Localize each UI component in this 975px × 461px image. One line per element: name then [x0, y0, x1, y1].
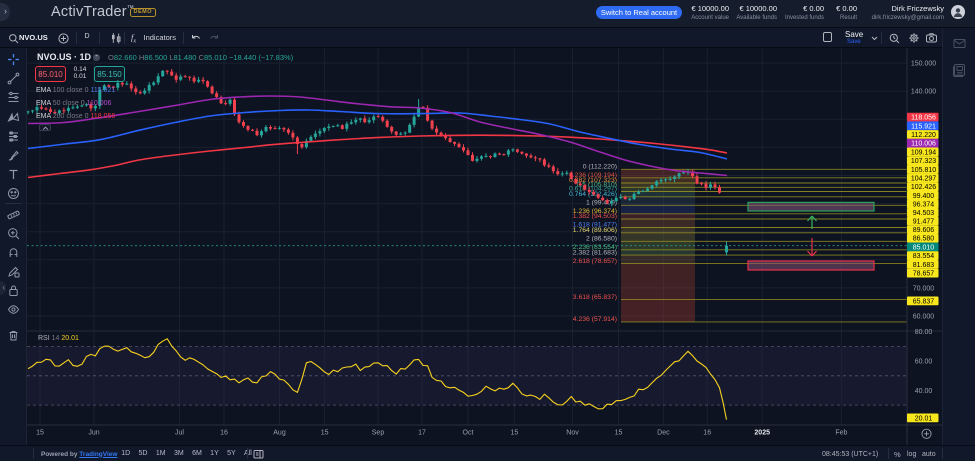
- svg-text:91.477: 91.477: [913, 218, 935, 225]
- svg-text:107.323: 107.323: [911, 158, 936, 165]
- svg-text:Dec: Dec: [657, 430, 670, 437]
- svg-text:4.236 (57.914): 4.236 (57.914): [573, 316, 617, 323]
- svg-text:81.683: 81.683: [913, 262, 935, 269]
- svg-text:105.810: 105.810: [911, 167, 936, 174]
- svg-text:16: 16: [220, 430, 228, 437]
- svg-text:140.000: 140.000: [911, 89, 936, 96]
- svg-text:Oct: Oct: [463, 430, 474, 437]
- svg-text:89.606: 89.606: [913, 227, 935, 234]
- svg-text:112.220: 112.220: [911, 132, 936, 139]
- svg-text:1.382 (94.503): 1.382 (94.503): [573, 213, 617, 220]
- svg-text:0 (112.220): 0 (112.220): [583, 164, 617, 171]
- svg-text:3.618 (65.837): 3.618 (65.837): [573, 294, 617, 301]
- svg-text:104.297: 104.297: [911, 176, 936, 183]
- svg-text:118.056: 118.056: [911, 115, 936, 122]
- svg-text:Jul: Jul: [175, 430, 184, 437]
- svg-text:2.382 (81.683): 2.382 (81.683): [573, 249, 617, 256]
- svg-text:65.837: 65.837: [913, 298, 935, 305]
- svg-text:102.426: 102.426: [911, 184, 936, 191]
- svg-text:150.000: 150.000: [911, 61, 936, 68]
- svg-text:99.400: 99.400: [913, 193, 935, 200]
- svg-text:Sep: Sep: [372, 430, 385, 437]
- svg-text:2.618 (78.657): 2.618 (78.657): [573, 258, 617, 265]
- svg-text:Jun: Jun: [88, 430, 99, 437]
- svg-text:15: 15: [615, 430, 623, 437]
- svg-text:1.764 (89.606): 1.764 (89.606): [573, 227, 617, 234]
- svg-text:85.010: 85.010: [913, 245, 935, 252]
- svg-text:Aug: Aug: [273, 430, 286, 437]
- svg-text:15: 15: [36, 430, 44, 437]
- svg-text:Feb: Feb: [835, 430, 847, 437]
- svg-text:86.580: 86.580: [913, 236, 935, 243]
- svg-text:83.554: 83.554: [913, 253, 935, 260]
- svg-text:70.000: 70.000: [913, 285, 935, 292]
- svg-text:2 (86.580): 2 (86.580): [586, 236, 617, 243]
- svg-text:110.006: 110.006: [911, 141, 936, 148]
- svg-text:15: 15: [321, 430, 329, 437]
- svg-text:20.01: 20.01: [915, 415, 933, 422]
- svg-text:94.503: 94.503: [913, 210, 935, 217]
- svg-text:78.657: 78.657: [913, 271, 935, 278]
- svg-text:115.921: 115.921: [911, 123, 936, 130]
- svg-text:15: 15: [511, 430, 519, 437]
- svg-text:109.194: 109.194: [911, 149, 936, 156]
- svg-text:60.000: 60.000: [913, 313, 935, 320]
- svg-text:96.374: 96.374: [913, 201, 935, 208]
- svg-text:80.00: 80.00: [915, 329, 933, 336]
- svg-text:17: 17: [418, 430, 426, 437]
- svg-text:60.00: 60.00: [915, 359, 933, 366]
- svg-text:40.00: 40.00: [915, 388, 933, 395]
- svg-text:Nov: Nov: [566, 430, 579, 437]
- svg-text:16: 16: [703, 430, 711, 437]
- svg-text:2025: 2025: [754, 430, 770, 437]
